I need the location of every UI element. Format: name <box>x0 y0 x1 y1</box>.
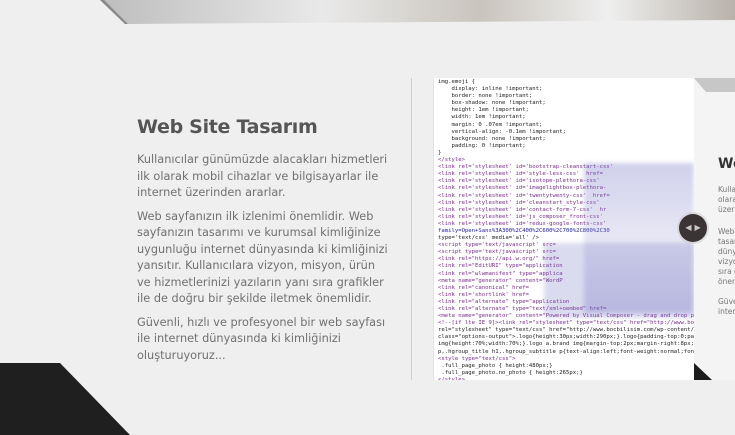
intro-paragraph: Kullanıcılar günümüzde alacakları hizmet… <box>137 153 388 199</box>
code-line: background: none !important; <box>438 135 546 142</box>
code-line: class="options-output">.logo{height:30px… <box>438 334 694 341</box>
code-line: p,.hgroup_title h1,.hgroup_subtitle p{te… <box>438 348 694 355</box>
code-line: vertical-align: -0.1em !important; <box>438 128 566 135</box>
blur-overlay <box>544 243 694 318</box>
dark-corner-shape <box>0 363 130 435</box>
code-line: border: none !important; <box>438 93 533 100</box>
code-screenshot-image: img.emoji { display: inline !important; … <box>433 78 694 380</box>
code-line: </style> <box>438 376 465 380</box>
code-line: width: 1em !important; <box>438 114 526 121</box>
code-line: margin: 0 .07em !important; <box>438 121 543 128</box>
code-line: } <box>438 149 442 156</box>
code-line: display: inline !important; <box>438 86 543 93</box>
closing-paragraph: Güvenli, hızlı ve profesyonel bir web sa… <box>137 315 386 362</box>
code-line: height: 1em !important; <box>438 107 529 114</box>
code-line: <!--[if lte IE 9]><link rel="stylesheet"… <box>438 320 694 327</box>
code-line: <style type="text/css"> <box>438 355 516 362</box>
code-line: box-shadow: none !important; <box>438 100 546 107</box>
service-content: Web Site Tasarım Kullanıcılar günümüzde … <box>137 116 389 371</box>
code-line: .full_page_photo { height:480px;} <box>438 362 553 369</box>
code-line: .full_page_photo.no_photo { height:265px… <box>438 369 583 376</box>
section-title: Web Site Tasarım <box>137 116 318 138</box>
chevron-right-icon[interactable]: ▶ <box>695 224 701 232</box>
carousel-nav-button[interactable]: ◀ ▶ <box>679 214 707 242</box>
detail-paragraph: Web sayfanızın ilk izlenimi önemlidir. W… <box>137 209 388 306</box>
vertical-divider <box>411 78 412 380</box>
code-line: img{height:70%;width:70%;}.logo a.brand … <box>438 341 694 348</box>
code-line: img.emoji { <box>438 79 476 85</box>
code-line: rel="stylesheet" type="text/css" href="h… <box>438 327 694 334</box>
top-banner-image <box>100 0 735 24</box>
code-line: padding: 0 !important; <box>438 142 526 149</box>
chevron-left-icon[interactable]: ◀ <box>685 224 691 232</box>
